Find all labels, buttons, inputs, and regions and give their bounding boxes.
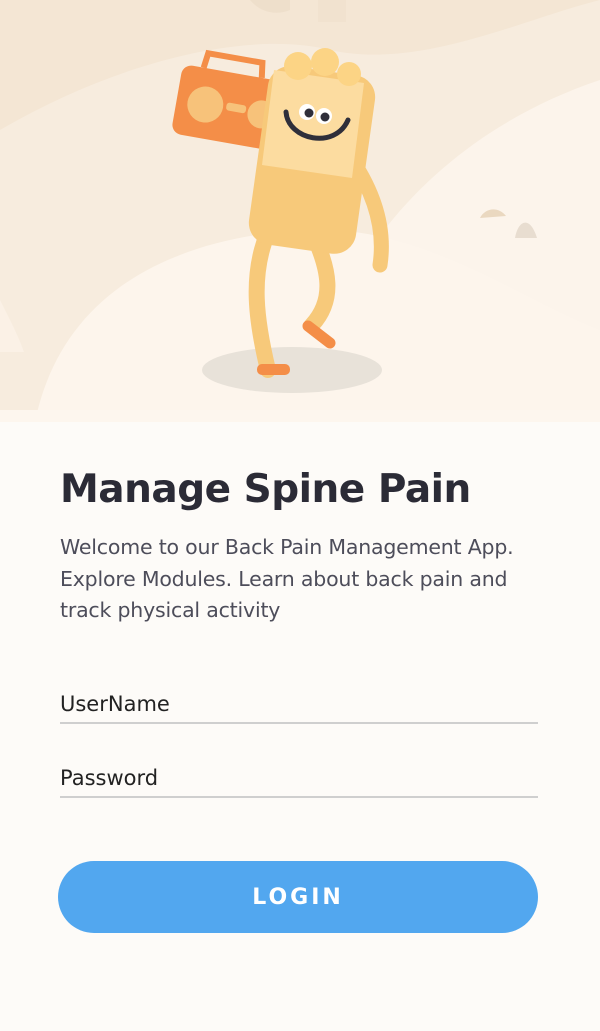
login-screen: Manage Spine Pain Welcome to our Back Pa… — [0, 0, 600, 1031]
welcome-text: Welcome to our Back Pain Management App.… — [60, 535, 514, 622]
password-field[interactable] — [60, 752, 538, 798]
login-button[interactable]: LOGIN — [58, 861, 538, 933]
dancing-character-illustration — [0, 0, 600, 422]
username-input[interactable] — [60, 692, 538, 716]
hero-illustration — [0, 0, 600, 422]
password-input[interactable] — [60, 766, 538, 790]
username-field[interactable] — [60, 678, 538, 724]
page-title: Manage Spine Pain — [60, 467, 471, 512]
